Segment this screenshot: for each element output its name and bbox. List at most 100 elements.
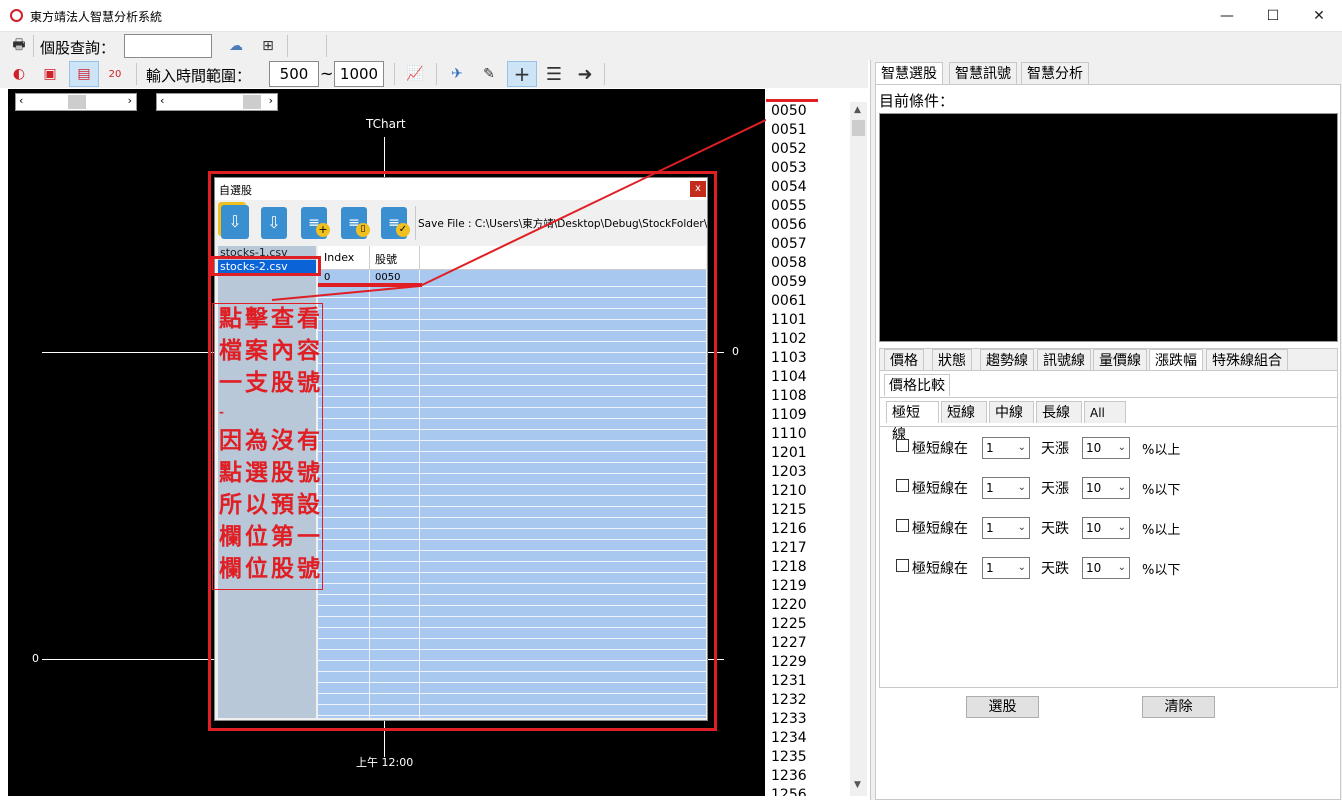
- stock-list-item[interactable]: 1210: [766, 482, 850, 501]
- scroll-down-icon[interactable]: ▼: [854, 780, 861, 790]
- condition-row: 極短線在 1 ⌄ 天跌 10 ⌄ %以下: [880, 557, 1337, 581]
- tab-status[interactable]: 狀態: [932, 349, 972, 371]
- tab-trend-line[interactable]: 趨勢線: [980, 349, 1034, 371]
- scroll-thumb[interactable]: [852, 120, 865, 136]
- stock-list-item[interactable]: 1104: [766, 368, 850, 387]
- stock-list-item[interactable]: 0053: [766, 159, 850, 178]
- stock-list-item[interactable]: 1201: [766, 444, 850, 463]
- tab-content: 目前條件： 價格 狀態 趨勢線 訊號線 量價線 漲跌幅 特殊線組合 價格比較 極短線 短線 中線…: [875, 84, 1341, 800]
- stock-list-item[interactable]: 1219: [766, 577, 850, 596]
- stock-list-item[interactable]: 1220: [766, 596, 850, 615]
- right-panel: 智慧選股 智慧訊號 智慧分析 目前條件： 價格 狀態 趨勢線 訊號線 量價線 漲跌幅 特殊線…: [870, 60, 1342, 800]
- stock-list-item[interactable]: 1102: [766, 330, 850, 349]
- stock-list-item[interactable]: 1234: [766, 729, 850, 748]
- stock-list-item[interactable]: 1233: [766, 710, 850, 729]
- stock-list-item[interactable]: 0061: [766, 292, 850, 311]
- stock-list-item[interactable]: 1101: [766, 311, 850, 330]
- stock-list[interactable]: 0050 0051 0052 0053 0054 0055 0056 0057 0058 0059…: [766, 102, 850, 796]
- stock-list-item[interactable]: 1109: [766, 406, 850, 425]
- days-select[interactable]: 1 ⌄: [982, 517, 1030, 539]
- percent-select[interactable]: 10 ⌄: [1082, 517, 1130, 539]
- annotation-line: 一支股號: [219, 369, 323, 396]
- percent-select-value: 10: [1086, 521, 1102, 535]
- stock-list-item[interactable]: 1229: [766, 653, 850, 672]
- annotation-line: 點選股號: [219, 459, 323, 486]
- tab-special-combo[interactable]: 特殊線組合: [1206, 349, 1288, 371]
- condition-row: 極短線在 1 ⌄ 天跌 10 ⌄ %以上: [880, 517, 1337, 541]
- stock-list-item[interactable]: 0050: [766, 102, 850, 121]
- tab-signal-line[interactable]: 訊號線: [1037, 349, 1091, 371]
- scroll-up-icon[interactable]: ▲: [854, 105, 861, 115]
- range-tab-bar: 極短線 短線 中線 長線 All: [882, 401, 1332, 443]
- days-select[interactable]: 1 ⌄: [982, 437, 1030, 459]
- top-tab-bar: 智慧選股 智慧訊號 智慧分析: [875, 62, 1341, 86]
- tab-price[interactable]: 價格: [884, 349, 924, 371]
- tab-volume-price[interactable]: 量價線: [1093, 349, 1147, 371]
- stock-list-item[interactable]: 0058: [766, 254, 850, 273]
- annotation-line: 欄位第一: [219, 523, 323, 550]
- vertical-scrollbar[interactable]: ▲ ▼: [850, 102, 867, 796]
- filter-panel: 價格 狀態 趨勢線 訊號線 量價線 漲跌幅 特殊線組合 價格比較 極短線 短線 中線 長線 All …: [879, 348, 1338, 688]
- callout-line-file: [271, 285, 421, 301]
- stock-list-item[interactable]: 0057: [766, 235, 850, 254]
- select-stocks-button[interactable]: 選股: [966, 696, 1039, 718]
- stock-list-item[interactable]: 1108: [766, 387, 850, 406]
- condition-verb: 天跌: [1041, 521, 1069, 537]
- condition-checkbox[interactable]: [896, 479, 909, 492]
- days-select[interactable]: 1 ⌄: [982, 477, 1030, 499]
- tab-short[interactable]: 短線: [941, 401, 987, 423]
- stock-list-item[interactable]: 1203: [766, 463, 850, 482]
- stock-list-item[interactable]: 1231: [766, 672, 850, 691]
- days-select-value: 1: [986, 521, 994, 535]
- tab-smart-select[interactable]: 智慧選股: [875, 62, 943, 84]
- condition-checkbox[interactable]: [896, 519, 909, 532]
- annotation-line: 欄位股號: [219, 555, 323, 582]
- stock-list-item[interactable]: 0055: [766, 197, 850, 216]
- tab-long[interactable]: 長線: [1036, 401, 1082, 423]
- chevron-down-icon: ⌄: [1117, 562, 1126, 573]
- stock-list-item[interactable]: 1216: [766, 520, 850, 539]
- tab-all[interactable]: All: [1084, 401, 1126, 423]
- chevron-down-icon: ⌄: [1017, 482, 1026, 493]
- tab-mid[interactable]: 中線: [989, 401, 1034, 423]
- days-select-value: 1: [986, 481, 994, 495]
- days-select-value: 1: [986, 441, 994, 455]
- tab-change-range[interactable]: 漲跌幅: [1149, 349, 1203, 371]
- stock-list-item[interactable]: 0051: [766, 121, 850, 140]
- tab-smart-analysis[interactable]: 智慧分析: [1021, 62, 1089, 84]
- stock-list-item[interactable]: 1217: [766, 539, 850, 558]
- days-select[interactable]: 1 ⌄: [982, 557, 1030, 579]
- annotation-line: 點擊查看: [219, 305, 323, 332]
- condition-display: [879, 113, 1338, 342]
- stock-list-item[interactable]: 1225: [766, 615, 850, 634]
- stock-list-item[interactable]: 1110: [766, 425, 850, 444]
- stock-list-item[interactable]: 0054: [766, 178, 850, 197]
- stock-list-item[interactable]: 1232: [766, 691, 850, 710]
- stock-list-item[interactable]: 1218: [766, 558, 850, 577]
- chevron-down-icon: ⌄: [1017, 442, 1026, 453]
- price-compare-content: 極短線 短線 中線 長線 All 極短線在 1 ⌄ 天漲 10 ⌄ %以上 極短線在 1 ⌄ 天漲 10 ⌄ %以…: [880, 397, 1337, 687]
- stock-list-item[interactable]: 1236: [766, 767, 850, 786]
- stock-list-item[interactable]: 1103: [766, 349, 850, 368]
- stock-list-item[interactable]: 1235: [766, 748, 850, 767]
- condition-label: 極短線在: [912, 521, 968, 537]
- tab-smart-signal[interactable]: 智慧訊號: [949, 62, 1017, 84]
- condition-checkbox[interactable]: [896, 559, 909, 572]
- tab-very-short[interactable]: 極短線: [886, 401, 939, 443]
- clear-button[interactable]: 清除: [1142, 696, 1215, 718]
- condition-checkbox[interactable]: [896, 439, 909, 452]
- condition-verb: 天漲: [1041, 441, 1069, 457]
- stock-list-item[interactable]: 1215: [766, 501, 850, 520]
- percent-select[interactable]: 10 ⌄: [1082, 557, 1130, 579]
- percent-select[interactable]: 10 ⌄: [1082, 437, 1130, 459]
- stock-list-item[interactable]: 0056: [766, 216, 850, 235]
- stock-list-item[interactable]: 1227: [766, 634, 850, 653]
- stock-list-item[interactable]: 0052: [766, 140, 850, 159]
- condition-row: 極短線在 1 ⌄ 天漲 10 ⌄ %以上: [880, 437, 1337, 461]
- stock-list-item[interactable]: 1256: [766, 786, 850, 796]
- stock-list-item[interactable]: 0059: [766, 273, 850, 292]
- percent-select-value: 10: [1086, 441, 1102, 455]
- percent-select[interactable]: 10 ⌄: [1082, 477, 1130, 499]
- tab-price-compare[interactable]: 價格比較: [884, 374, 950, 396]
- condition-label: 極短線在: [912, 481, 968, 497]
